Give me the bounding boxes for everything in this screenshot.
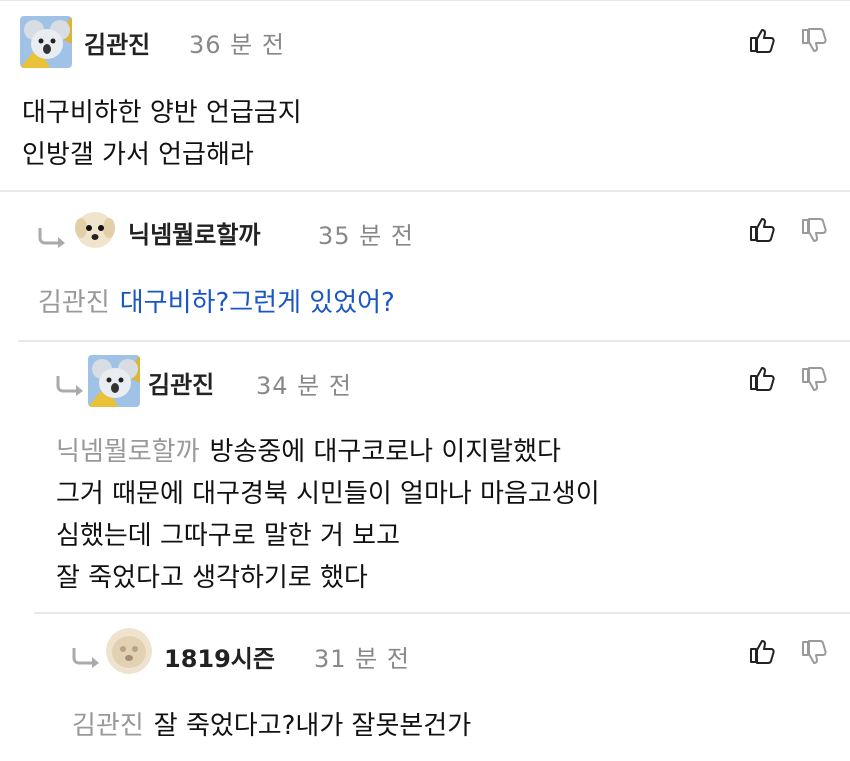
comment-author[interactable]: 1819시즌 bbox=[164, 639, 275, 674]
comment-line: 잘 죽었다고?내가 잘못본건가 bbox=[153, 711, 472, 741]
top-divider bbox=[0, 0, 850, 1]
thumbs-up-icon[interactable] bbox=[749, 216, 775, 242]
comment-time: 35 분 전 bbox=[318, 222, 414, 250]
thumbs-down-icon[interactable] bbox=[801, 28, 827, 54]
comment-body: 김관진 잘 죽었다고?내가 잘못본건가 bbox=[72, 705, 471, 747]
reply-arrow-icon bbox=[56, 376, 83, 396]
avatar[interactable] bbox=[88, 355, 140, 407]
thumbs-down-icon[interactable] bbox=[801, 218, 827, 244]
comment-body: 닉넴뭘로할까 방송중에 대구코로나 이지랄했다 그거 때문에 대구경북 시민들이 … bbox=[56, 431, 600, 599]
koala-avatar-icon bbox=[88, 355, 140, 407]
comment-line: 그거 때문에 대구경북 시민들이 얼마나 마음고생이 bbox=[56, 479, 600, 509]
comment-divider bbox=[34, 612, 850, 614]
comment-line: 대구비하?그런게 있었어? bbox=[119, 288, 395, 318]
blurred-avatar-icon bbox=[106, 628, 152, 674]
comment-line: 방송중에 대구코로나 이지랄했다 bbox=[209, 437, 561, 467]
comment-line: 인방갤 가서 언급해라 bbox=[22, 140, 254, 170]
reply-arrow-icon bbox=[38, 228, 65, 248]
koala-avatar-icon bbox=[20, 16, 72, 68]
comment-line: 대구비하한 양반 언급금지 bbox=[22, 98, 302, 128]
avatar[interactable] bbox=[72, 206, 118, 252]
comment-line: 잘 죽었다고 생각하기로 했다 bbox=[56, 563, 368, 593]
avatar[interactable] bbox=[106, 628, 152, 674]
comment-author[interactable]: 닉넴뭘로할까 bbox=[128, 215, 260, 250]
mention-author[interactable]: 닉넴뭘로할까 bbox=[56, 437, 200, 467]
thumbs-up-icon[interactable] bbox=[749, 365, 775, 391]
comment-time: 34 분 전 bbox=[256, 372, 352, 400]
comment-line: 심했는데 그따구로 말한 거 보고 bbox=[56, 521, 401, 551]
thumbs-down-icon[interactable] bbox=[801, 367, 827, 393]
comment-body: 대구비하한 양반 언급금지 인방갤 가서 언급해라 bbox=[22, 92, 302, 176]
comment-author[interactable]: 김관진 bbox=[148, 365, 214, 400]
mention-author[interactable]: 김관진 bbox=[38, 288, 110, 318]
thumbs-up-icon[interactable] bbox=[749, 27, 775, 53]
comment-divider bbox=[0, 190, 850, 192]
avatar[interactable] bbox=[20, 16, 72, 68]
puppy-avatar-icon bbox=[72, 206, 118, 252]
comment-time: 36 분 전 bbox=[189, 31, 285, 59]
comment-body: 김관진 대구비하?그런게 있었어? bbox=[38, 282, 395, 324]
comment-author[interactable]: 김관진 bbox=[84, 25, 150, 60]
comment-divider bbox=[18, 340, 850, 342]
reply-arrow-icon bbox=[72, 648, 99, 668]
comment-time: 31 분 전 bbox=[314, 645, 410, 673]
mention-author[interactable]: 김관진 bbox=[72, 711, 144, 741]
thumbs-down-icon[interactable] bbox=[801, 640, 827, 666]
thumbs-up-icon[interactable] bbox=[749, 638, 775, 664]
